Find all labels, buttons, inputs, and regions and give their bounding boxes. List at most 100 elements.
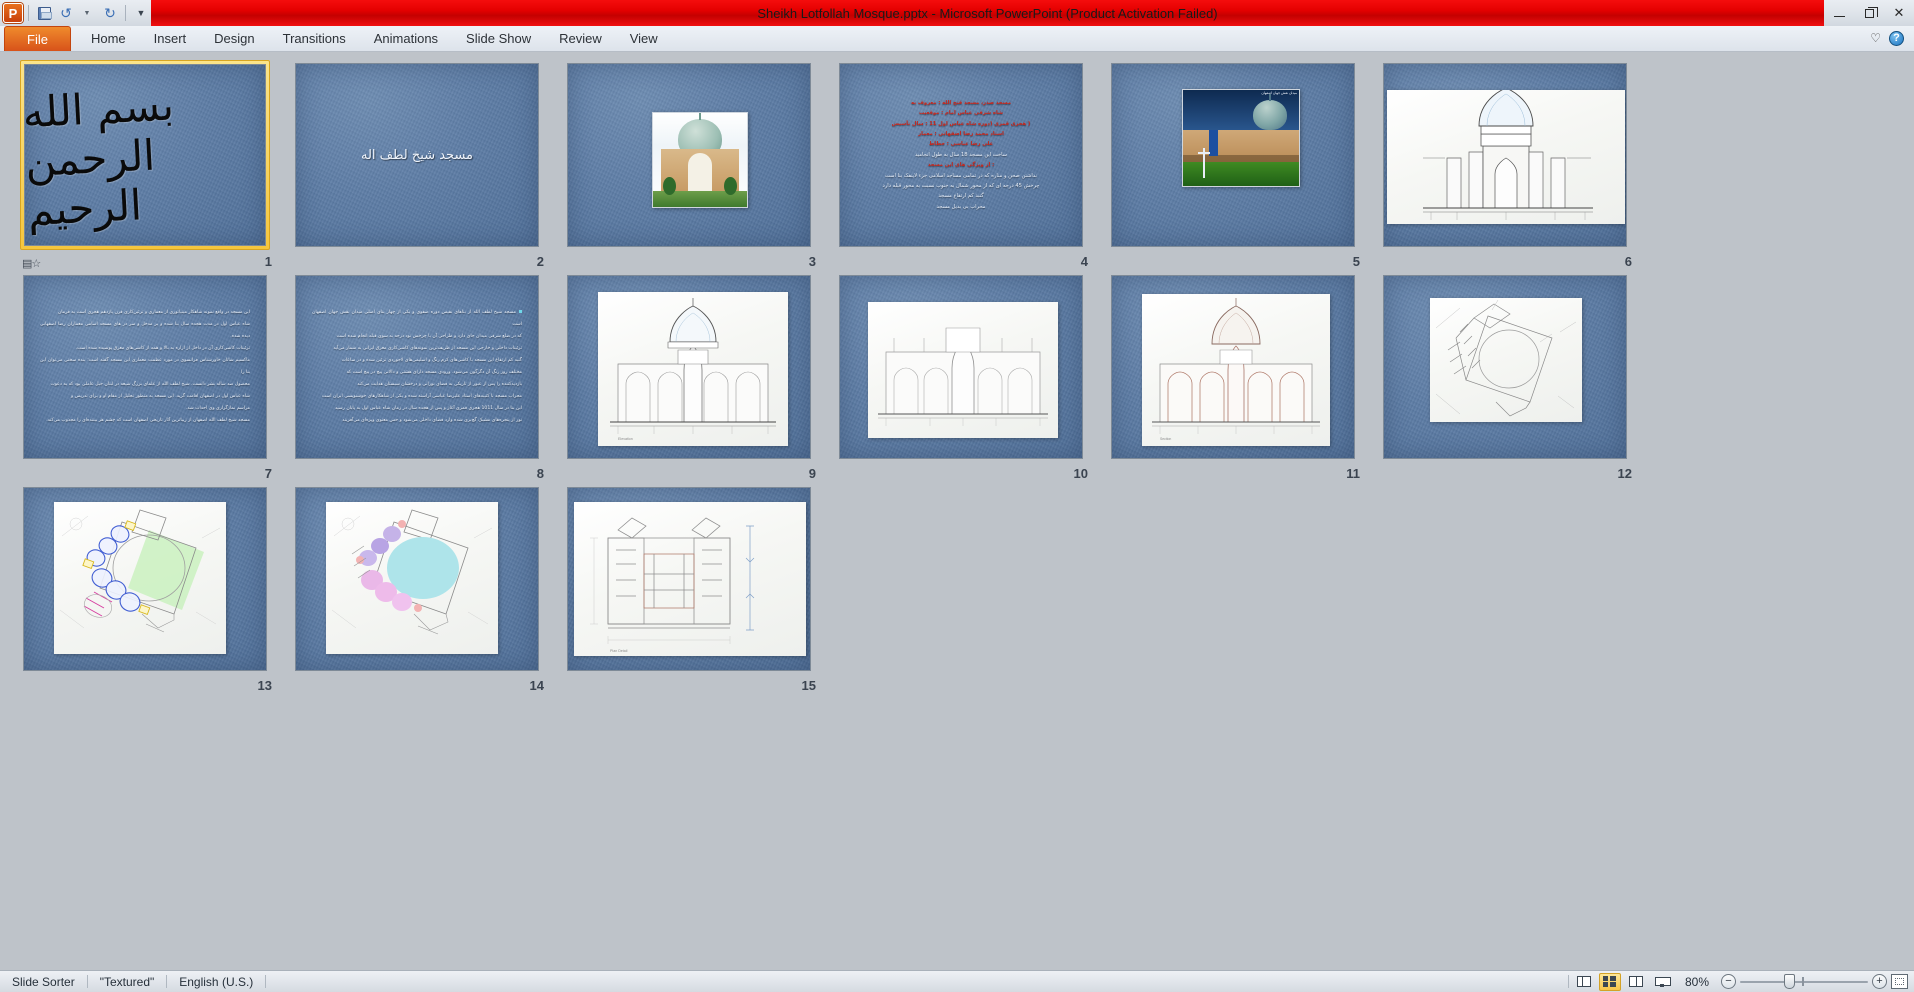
slide-thumbnail-14[interactable] <box>292 484 542 674</box>
slide4-line-4: استاد محمد رضا اصفهانی : معمار <box>918 130 1004 137</box>
slide-cell-9[interactable]: Elevation 9 <box>556 272 828 481</box>
slide4-line-10: گنبد کم ارتفاع مسجد <box>938 193 984 200</box>
view-reading-button[interactable] <box>1625 973 1647 991</box>
slide-canvas-9: Elevation <box>567 275 811 459</box>
slide-cell-5[interactable]: میدان نقش جهان اصفهان 5 <box>1100 60 1372 269</box>
slide-canvas-1: بسم الله الرحمن الرحیم <box>24 64 266 246</box>
slide-thumbnail-5[interactable]: میدان نقش جهان اصفهان <box>1108 60 1358 250</box>
slide-canvas-6 <box>1383 63 1627 247</box>
dome-shape <box>1252 100 1287 130</box>
view-normal-button[interactable] <box>1573 973 1595 991</box>
undo-dropdown-button[interactable]: ▼ <box>78 3 98 23</box>
slide-cell-14[interactable]: 14 <box>284 484 556 693</box>
fit-to-window-icon[interactable] <box>1891 974 1908 989</box>
zoom-in-button[interactable]: + <box>1872 974 1887 989</box>
facade-drawing-svg: Elevation <box>610 298 776 441</box>
zoom-level-label[interactable]: 80% <box>1677 975 1717 989</box>
slide-canvas-13 <box>23 487 267 671</box>
slide-thumbnail-1[interactable]: بسم الله الرحمن الرحیم <box>20 60 270 250</box>
status-theme-name[interactable]: "Textured" <box>88 973 167 991</box>
zoom-slider-handle[interactable] <box>1784 974 1795 989</box>
powerpoint-logo-icon[interactable]: P <box>3 3 23 23</box>
zoom-out-button[interactable]: − <box>1721 974 1736 989</box>
slide-show-icon <box>1654 976 1671 987</box>
save-button[interactable] <box>34 3 54 23</box>
slide-thumbnail-12[interactable] <box>1380 272 1630 462</box>
slide-canvas-10 <box>839 275 1083 459</box>
customize-qat-button[interactable]: ▼ <box>131 3 151 23</box>
close-button[interactable]: ✕ <box>1884 2 1914 24</box>
blue-banner-shape <box>1209 130 1218 156</box>
slide-thumbnail-3[interactable] <box>564 60 814 250</box>
tab-slide-show[interactable]: Slide Show <box>452 26 545 51</box>
repeat-button[interactable]: ↻ <box>100 3 120 23</box>
slide-thumbnail-9[interactable]: Elevation <box>564 272 814 462</box>
slide4-line-3: ( هجری قمری (دوره شاه عباس اول 11 : سال … <box>891 120 1031 127</box>
tab-view[interactable]: View <box>616 26 672 51</box>
slide-number-4: 4 <box>1080 254 1088 269</box>
slide-cell-13[interactable]: 13 <box>12 484 284 693</box>
slide-thumbnail-15[interactable]: Plan Detail <box>564 484 814 674</box>
qat-divider-2 <box>125 5 126 21</box>
tab-home[interactable]: Home <box>77 26 140 51</box>
slide-thumbnail-11[interactable]: Section <box>1108 272 1358 462</box>
view-slide-sorter-button[interactable] <box>1598 972 1621 991</box>
tab-insert[interactable]: Insert <box>140 26 201 51</box>
quick-access-toolbar: P ↺ ▼ ↻ ▼ <box>0 0 151 26</box>
slide7-paragraph: این مسجد در واقع نمونه شاهکار مینیاتوری … <box>36 286 254 448</box>
slide-canvas-2: مسجد شیخ لطف اله <box>295 63 539 247</box>
slide-thumbnail-2[interactable]: مسجد شیخ لطف اله <box>292 60 542 250</box>
tab-transitions[interactable]: Transitions <box>269 26 360 51</box>
tab-file[interactable]: File <box>4 26 71 51</box>
slide-cell-7[interactable]: این مسجد در واقع نمونه شاهکار مینیاتوری … <box>12 272 284 481</box>
slide-cell-15[interactable]: Plan Detail 15 <box>556 484 828 693</box>
minimize-ribbon-icon[interactable]: ♡ <box>1870 31 1881 45</box>
help-icon[interactable]: ? <box>1889 30 1904 46</box>
plan-bubble-drawing <box>326 502 498 654</box>
status-view-name[interactable]: Slide Sorter <box>0 973 87 991</box>
slide4-line-2: شاه شرفی عباس امام : موقعیت <box>918 110 1004 117</box>
slide-thumbnail-13[interactable] <box>20 484 270 674</box>
undo-button[interactable]: ↺ <box>56 3 76 23</box>
slide-thumbnail-4[interactable]: مسجد صدر، مسجد فتح الله : معروف به شاه ش… <box>836 60 1086 250</box>
slide-title-text: مسجد شیخ لطف اله <box>361 147 474 163</box>
slide-thumbnail-7[interactable]: این مسجد در واقع نمونه شاهکار مینیاتوری … <box>20 272 270 462</box>
title-bar: P ↺ ▼ ↻ ▼ Sheikh Lotfollah Mosque.pptx -… <box>0 0 1914 26</box>
slide4-bullet-list: مسجد صدر، مسجد فتح الله : معروف به شاه ش… <box>852 74 1070 236</box>
view-slideshow-button[interactable] <box>1651 973 1673 991</box>
status-language[interactable]: English (U.S.) <box>167 973 265 991</box>
elevation-drawing-svg <box>1423 90 1593 220</box>
slide-cell-8[interactable]: مسجد شیخ لطف الله از بناهای نفیس دوره صف… <box>284 272 556 481</box>
minimize-button[interactable] <box>1824 2 1854 24</box>
lamp-post-shape <box>1199 148 1209 178</box>
chevron-down-icon: ▼ <box>83 9 91 17</box>
status-divider-4 <box>1567 975 1569 988</box>
restore-button[interactable] <box>1854 2 1884 24</box>
zoom-slider[interactable] <box>1740 974 1868 989</box>
slide8-line-2: که در ضلع شرقی میدان جای دارد و طراحی آن… <box>336 334 522 340</box>
slide-thumbnail-10[interactable] <box>836 272 1086 462</box>
slide7-line-2: شاه عباس اول در مدت هجده سال بنا شده و ب… <box>40 322 250 340</box>
slide8-line-3: تزئینات داخلی و خارجی این مسجد از ظریف‌ت… <box>333 346 522 352</box>
slide-cell-6[interactable]: 6 <box>1372 60 1644 269</box>
section-drawing: Section <box>1142 294 1330 446</box>
slide-thumbnail-6[interactable] <box>1380 60 1630 250</box>
tab-animations[interactable]: Animations <box>360 26 452 51</box>
tab-design[interactable]: Design <box>200 26 268 51</box>
slide8-line-4: گنبد کم ارتفاع این مسجد با کاشی‌های کرم … <box>341 358 522 364</box>
slide-cell-2[interactable]: مسجد شیخ لطف اله 2 <box>284 60 556 269</box>
slide-cell-4[interactable]: مسجد صدر، مسجد فتح الله : معروف به شاه ش… <box>828 60 1100 269</box>
slide-number-12: 12 <box>1617 466 1632 481</box>
slide-cell-10[interactable]: 10 <box>828 272 1100 481</box>
tab-review[interactable]: Review <box>545 26 616 51</box>
slide-cell-3[interactable]: 3 <box>556 60 828 269</box>
slide-cell-1[interactable]: بسم الله الرحمن الرحیم ▤☆ 1 <box>12 60 284 270</box>
slide-cell-11[interactable]: Section 11 <box>1100 272 1372 481</box>
slide-sorter-workspace[interactable]: بسم الله الرحمن الرحیم ▤☆ 1 مسجد شیخ لطف… <box>0 52 1914 970</box>
slide-canvas-5: میدان نقش جهان اصفهان <box>1111 63 1355 247</box>
minimize-icon <box>1833 15 1845 17</box>
slide-thumbnail-8[interactable]: مسجد شیخ لطف الله از بناهای نفیس دوره صف… <box>292 272 542 462</box>
slide-cell-12[interactable]: 12 <box>1372 272 1644 481</box>
animation-indicator-icon[interactable]: ▤☆ <box>22 257 41 270</box>
save-icon <box>37 6 52 20</box>
